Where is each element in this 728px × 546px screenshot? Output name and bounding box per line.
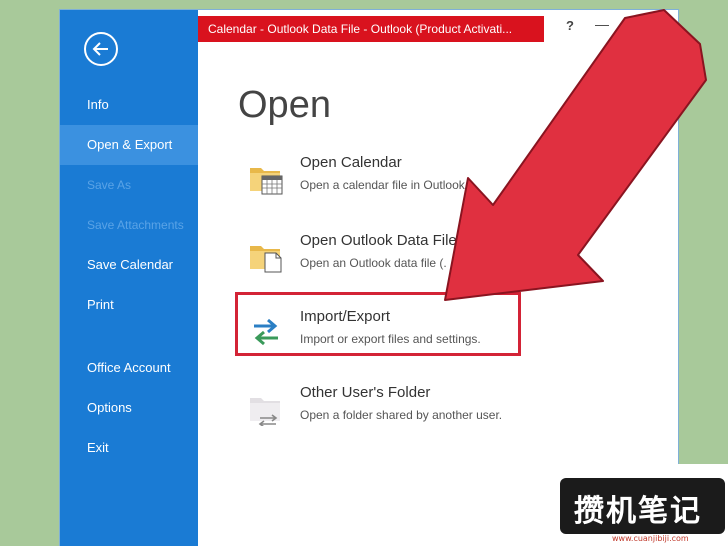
data-file-folder-icon xyxy=(250,246,282,273)
calendar-folder-icon xyxy=(250,168,283,195)
option-open-data-file[interactable]: Open Outlook Data File Open an Outlook d… xyxy=(238,230,523,286)
sidebar-item-save-calendar[interactable]: Save Calendar xyxy=(60,245,198,285)
sidebar-item-info[interactable]: Info xyxy=(60,85,198,125)
sidebar-item-exit[interactable]: Exit xyxy=(60,428,198,468)
back-arrow-icon xyxy=(92,42,108,56)
help-button[interactable]: ? xyxy=(566,18,574,33)
option-description: Open an Outlook data file (. xyxy=(300,256,447,270)
import-export-highlight xyxy=(235,292,521,356)
option-other-users-folder[interactable]: Other User's Folder Open a folder shared… xyxy=(238,382,523,438)
minimize-button[interactable]: — xyxy=(595,16,609,32)
watermark-url: www.cuanjibiji.com xyxy=(612,534,689,543)
window-title: Calendar - Outlook Data File - Outlook (… xyxy=(198,16,544,42)
option-title: Open Calendar xyxy=(300,154,402,171)
watermark: 攒机笔记 www.cuanjibiji.com xyxy=(546,464,728,546)
sidebar-item-open-export[interactable]: Open & Export xyxy=(60,125,198,165)
option-title: Other User's Folder xyxy=(300,384,431,401)
sidebar-item-save-attachments: Save Attachments xyxy=(87,218,184,232)
back-button[interactable] xyxy=(84,32,118,66)
watermark-text: 攒机笔记 xyxy=(574,494,702,529)
option-description: Open a folder shared by another user. xyxy=(300,408,503,422)
sidebar-item-print[interactable]: Print xyxy=(60,285,198,325)
backstage-sidebar: Info Open & Export Save As Save Attachme… xyxy=(60,10,198,546)
sidebar-item-save-as: Save As xyxy=(87,178,132,192)
sidebar-item-options[interactable]: Options xyxy=(60,388,198,428)
page-title: Open xyxy=(238,84,331,126)
sidebar-item-office-account[interactable]: Office Account xyxy=(60,348,198,388)
option-title: Open Outlook Data File xyxy=(300,232,457,249)
option-description: Open a calendar file in Outlook xyxy=(300,178,465,192)
option-open-calendar[interactable]: Open Calendar Open a calendar file in Ou… xyxy=(238,152,523,208)
shared-folder-icon xyxy=(250,398,280,426)
